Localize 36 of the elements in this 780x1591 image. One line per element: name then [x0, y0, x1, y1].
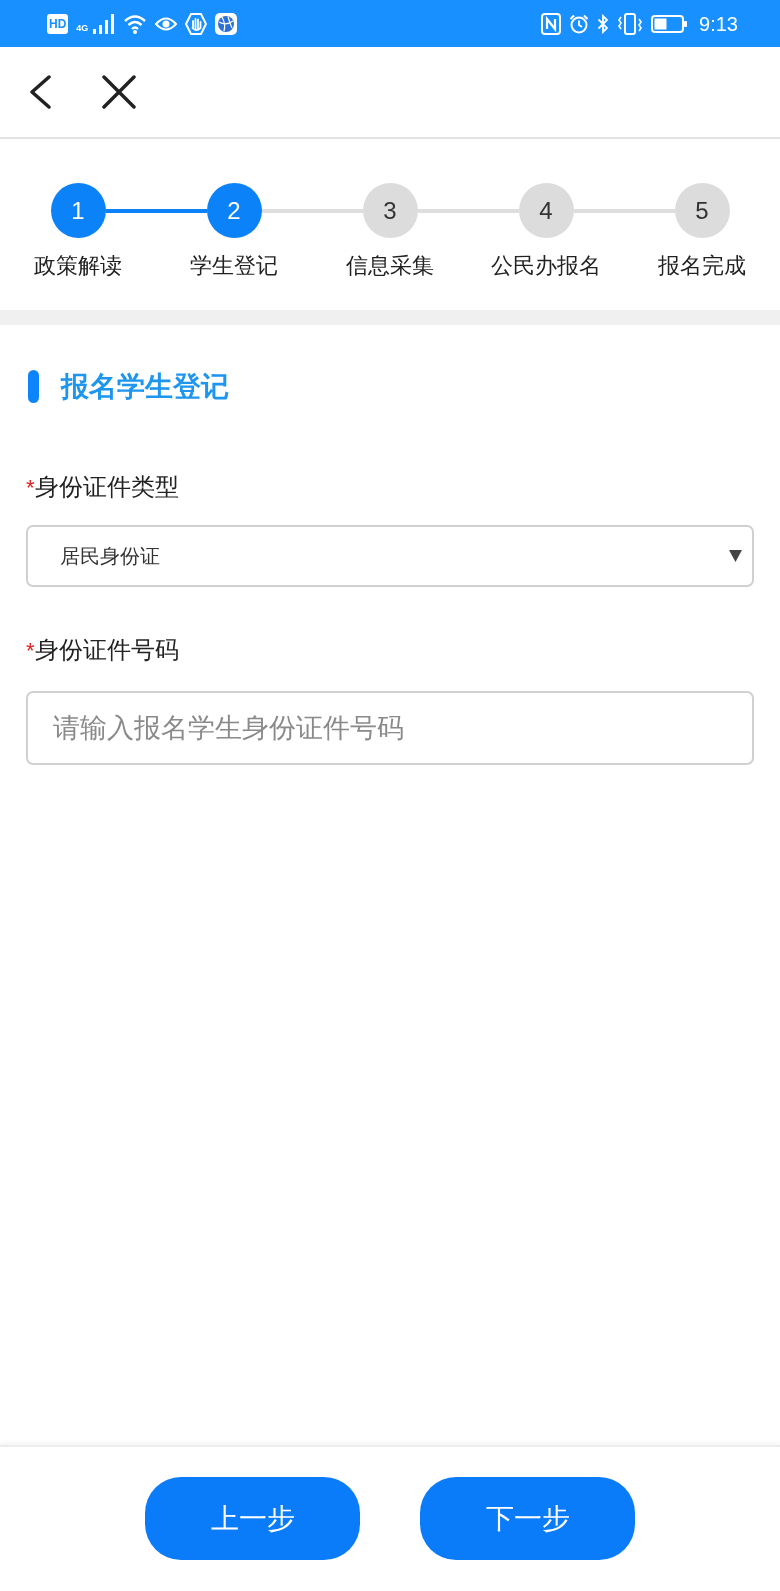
- step-number: 4: [518, 183, 574, 238]
- network-type: 4G: [76, 23, 89, 33]
- caret-icon: [729, 550, 742, 562]
- step-number: 1: [50, 183, 106, 238]
- step-label: 信息采集: [345, 252, 435, 280]
- wifi-icon: [123, 13, 148, 34]
- status-time: 9:13: [699, 13, 738, 34]
- step-number: 3: [362, 183, 418, 238]
- field-label: *身份证件号码: [26, 635, 180, 665]
- heading-accent-bar: [28, 370, 39, 403]
- hd-indicator: HD: [47, 13, 69, 34]
- step-number: 2: [206, 183, 262, 238]
- step-button[interactable]: 上一步: [145, 1477, 360, 1560]
- back-button[interactable]: [28, 75, 52, 109]
- close-button[interactable]: [102, 75, 136, 109]
- eye-icon: [155, 15, 178, 32]
- bluetooth-icon: [597, 13, 610, 34]
- section-title: 报名学生登记: [61, 370, 229, 403]
- step-label: 政策解读: [33, 252, 123, 280]
- id-type-select[interactable]: 居民身份证: [26, 525, 754, 587]
- step-number: 5: [674, 183, 730, 238]
- step-label: 报名完成: [657, 252, 747, 280]
- signal-icon: [93, 13, 116, 34]
- close-icon: [102, 75, 136, 109]
- battery-icon: [651, 14, 688, 33]
- step-button[interactable]: 下一步: [420, 1477, 635, 1560]
- nfc-icon: [541, 12, 562, 35]
- vibrate-icon: [617, 12, 644, 35]
- step-label: 公民办报名: [490, 252, 602, 280]
- globe-icon: [215, 12, 238, 35]
- step-label: 学生登记: [189, 252, 279, 280]
- field-label: *身份证件类型: [26, 472, 180, 502]
- back-icon: [28, 75, 52, 109]
- input-field[interactable]: 请输入报名学生身份证件号码: [26, 691, 754, 765]
- alarm-icon: [569, 13, 590, 34]
- hand-icon: [185, 12, 208, 35]
